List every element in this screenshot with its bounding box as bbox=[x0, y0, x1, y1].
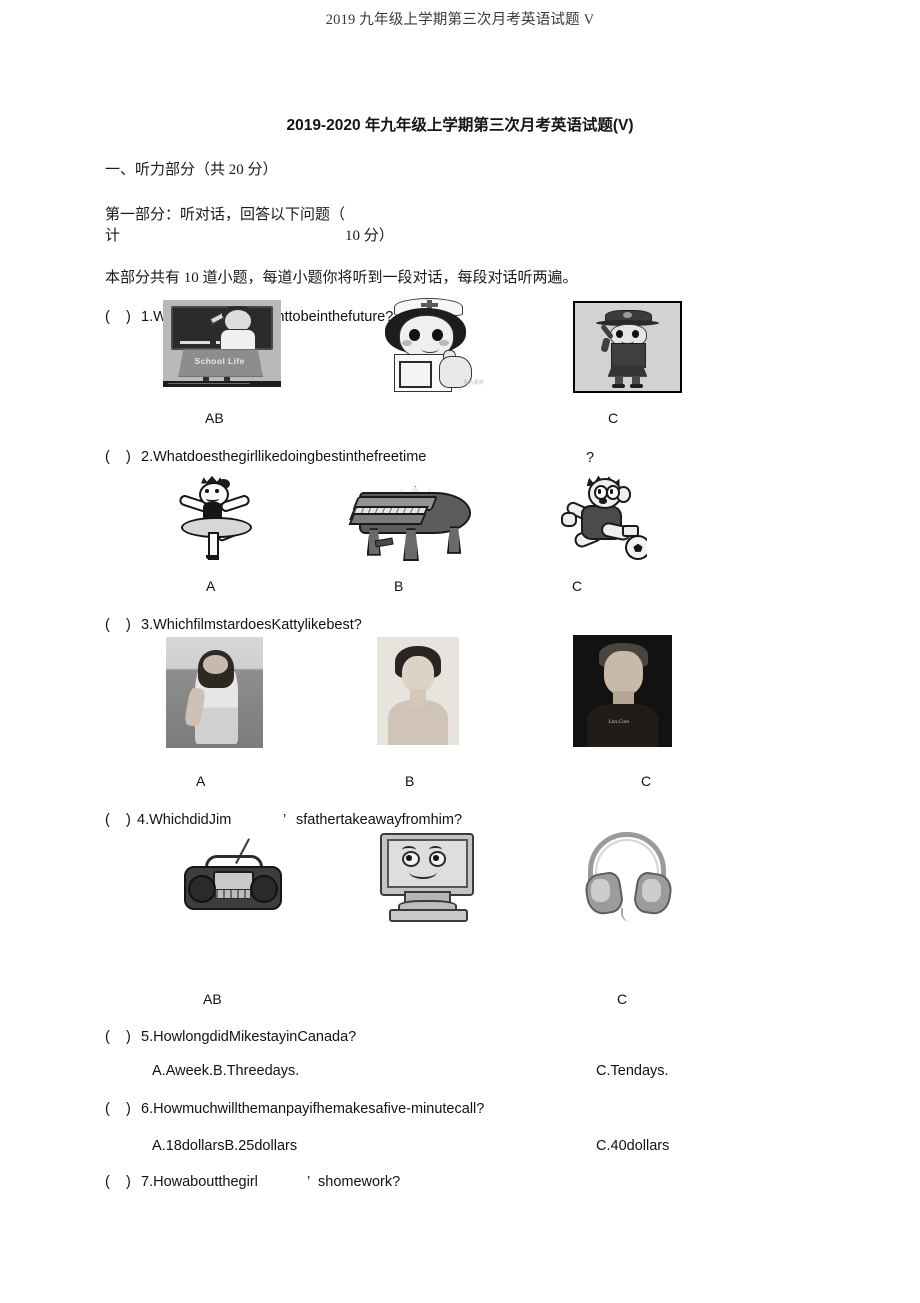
question-6-options-right[interactable]: C.40dollars bbox=[596, 1137, 669, 1157]
photo-c-watermark: Lnn.Com bbox=[608, 719, 629, 725]
question-7-apostrophe: ’ bbox=[307, 1174, 311, 1190]
radio-buttons bbox=[214, 889, 251, 899]
nurse-cheek-right bbox=[438, 340, 450, 346]
question-7-bracket[interactable]: ( ) bbox=[105, 1173, 131, 1193]
question-2-question-mark: ? bbox=[586, 450, 595, 466]
question-2-text: 2.Whatdoesthegirllikedoingbestinthefreet… bbox=[141, 449, 427, 465]
dancer-eye-right bbox=[215, 489, 219, 494]
image-watermark: 图片素材 bbox=[463, 380, 484, 387]
question-4-image-b bbox=[374, 827, 481, 928]
section-heading: 一、听力部分（共 20 分） bbox=[105, 162, 278, 178]
school-life-caption: School Life bbox=[194, 355, 245, 366]
headphone-cord bbox=[621, 908, 638, 923]
page-title: 2019-2020 年九年级上学期第三次月考英语试题(V) bbox=[286, 117, 634, 134]
question-2-choice-b[interactable]: B bbox=[394, 578, 403, 594]
part-instructions: 本部分共有 10 道小题，每道小题你将听到一段对话，每段对话听两遍。 bbox=[105, 270, 578, 286]
question-5-options-left[interactable]: A.Aweek.B.Threedays. bbox=[152, 1062, 299, 1082]
soccer-boy-hand bbox=[561, 512, 578, 527]
nurse-cheek-left bbox=[402, 340, 413, 346]
part-heading-line1: 第一部分：听对话，回答以下问题（ bbox=[105, 207, 346, 223]
soccer-ball-panel bbox=[633, 543, 643, 552]
question-6-text: 6.Howmuchwillthemanpayifhemakesafive-min… bbox=[141, 1101, 485, 1117]
part-heading-count-label: 计 bbox=[105, 228, 121, 244]
question-3-image-b bbox=[377, 637, 459, 745]
question-5-text: 5.HowlongdidMikestayinCanada? bbox=[141, 1029, 357, 1045]
question-3-image-c: Lnn.Com bbox=[573, 635, 672, 747]
question-6-bracket[interactable]: ( ) bbox=[105, 1100, 131, 1120]
monitor-pupil-left bbox=[406, 855, 412, 861]
police-shoe-right bbox=[629, 383, 644, 389]
question-3-choice-a[interactable]: A bbox=[196, 773, 205, 789]
monitor-base bbox=[388, 908, 468, 922]
question-1-choice-ab[interactable]: AB bbox=[205, 410, 224, 426]
question-4-choice-ab[interactable]: AB bbox=[203, 991, 222, 1007]
photo-b-shoulder bbox=[388, 699, 448, 745]
soccer-boy-eye-right bbox=[606, 485, 621, 500]
nurse-smile bbox=[421, 344, 439, 353]
photo-c-face bbox=[603, 650, 644, 696]
question-7-text-left: 7.Howaboutthegirl bbox=[141, 1174, 258, 1190]
monitor-pupil-right bbox=[432, 855, 439, 861]
photo-b-neck bbox=[409, 688, 427, 707]
police-arm-lower bbox=[600, 337, 612, 353]
question-3-text: 3.WhichfilmstardoesKattylikebest? bbox=[141, 617, 362, 633]
soccer-boy-pupil-left bbox=[597, 489, 602, 494]
monitor-screen bbox=[386, 839, 468, 888]
dancer-smile bbox=[206, 495, 219, 502]
soccer-boy-pupil-right bbox=[609, 489, 614, 494]
chalk-tray bbox=[179, 340, 211, 344]
soccer-boy-mouth bbox=[598, 497, 608, 504]
question-2-choice-a[interactable]: A bbox=[206, 578, 215, 594]
question-3-image-a bbox=[166, 637, 263, 748]
question-5-options-right[interactable]: C.Tendays. bbox=[596, 1062, 669, 1082]
photo-c-shoulder bbox=[586, 704, 659, 747]
running-header: 2019 九年级上学期第三次月考英语试题 V bbox=[325, 12, 595, 28]
question-4-choice-c[interactable]: C bbox=[617, 991, 627, 1007]
question-3-choice-c[interactable]: C bbox=[641, 773, 651, 789]
headphone-pad-right bbox=[642, 878, 661, 903]
question-4-image-c bbox=[580, 828, 674, 926]
question-5-bracket[interactable]: ( ) bbox=[105, 1028, 131, 1048]
question-7-text-right: shomework? bbox=[318, 1174, 401, 1190]
police-shoe-left bbox=[611, 383, 626, 389]
question-1-image-b: 图片素材 bbox=[374, 296, 486, 392]
image-footer-band bbox=[163, 380, 281, 387]
question-2-choice-c[interactable]: C bbox=[572, 578, 582, 594]
question-1-image-a: School Life bbox=[163, 300, 281, 387]
question-2-image-b bbox=[336, 476, 482, 566]
photo-b-face bbox=[401, 656, 435, 694]
question-3-choice-b[interactable]: B bbox=[405, 773, 414, 789]
radio-speaker-right bbox=[249, 874, 278, 904]
question-1-bracket[interactable]: ( ) bbox=[105, 308, 131, 328]
photo-a-head bbox=[202, 654, 229, 674]
soccer-ball-icon bbox=[625, 535, 647, 561]
police-badge-icon bbox=[623, 311, 632, 318]
headphone-pad-left bbox=[591, 878, 611, 903]
question-2-bracket[interactable]: ( ) bbox=[105, 448, 131, 468]
question-3-bracket[interactable]: ( ) bbox=[105, 616, 131, 636]
dancer-eye-left bbox=[205, 489, 209, 494]
question-2-image-c bbox=[537, 470, 647, 566]
question-2-image-a bbox=[165, 472, 265, 568]
exam-page: 2019 九年级上学期第三次月考英语试题 V 2019-2020 年九年级上学期… bbox=[0, 0, 920, 1303]
question-6-options-left[interactable]: A.18dollarsB.25dollars bbox=[152, 1137, 297, 1157]
question-1-image-c bbox=[573, 301, 682, 393]
question-4-text-left: 4.WhichdidJim bbox=[137, 812, 232, 828]
nurse-eye-left bbox=[408, 328, 420, 342]
question-4-image-a bbox=[176, 833, 286, 916]
piano-front-panel bbox=[348, 512, 426, 525]
question-4-bracket[interactable]: ( ) bbox=[105, 811, 131, 831]
red-cross-icon-bar bbox=[421, 302, 438, 307]
piano-pedal bbox=[374, 537, 394, 548]
clipboard-icon bbox=[398, 361, 432, 389]
question-1-choice-c[interactable]: C bbox=[608, 410, 618, 426]
part-heading-points: 10 分） bbox=[345, 228, 394, 244]
footer-text-line bbox=[167, 382, 251, 384]
question-4-apostrophe: ’ bbox=[283, 812, 287, 828]
police-skirt bbox=[607, 364, 648, 377]
